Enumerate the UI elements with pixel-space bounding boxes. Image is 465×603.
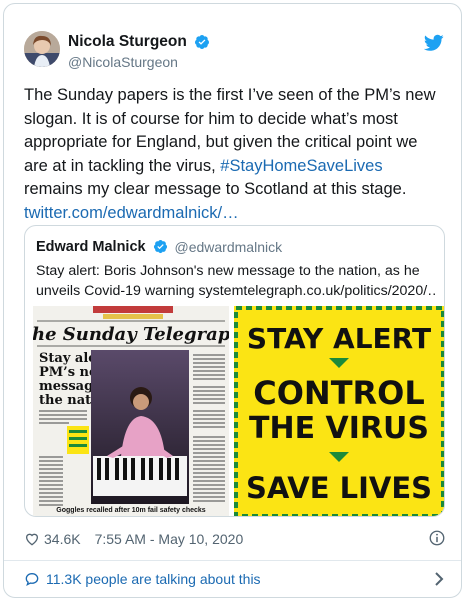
conversation-link[interactable]: 11.3K people are talking about this [24,568,444,590]
newspaper-illustration: The Sunday Telegraph Stay alert: PM’s ne… [33,306,229,516]
tweet-footer-meta: 34.6K 7:55 AM - May 10, 2020 [24,529,243,549]
avatar[interactable] [24,31,60,67]
info-icon[interactable] [428,529,446,547]
newspaper-bottom-headline: Goggles recalled after 10m fail safety c… [56,507,206,514]
tweet-header: Nicola Sturgeon @NicolaSturgeon [24,30,444,74]
stay-alert-poster-image[interactable]: STAY ALERT CONTROL THE VIRUS SAVE LIVES [234,306,444,516]
footer-divider [4,560,461,561]
quoted-text-line: Stay alert: Boris Johnson's new message … [36,263,420,279]
poster-line: THE VIRUS [249,411,429,446]
quoted-text-line: unveils Covid-19 warning systemtelegraph… [36,283,436,299]
newspaper-front-page-image[interactable]: The Sunday Telegraph Stay alert: PM’s ne… [33,306,229,516]
newspaper-masthead: The Sunday Telegraph [33,324,229,345]
verified-badge-icon [153,240,168,254]
quoted-tweet-text: Stay alert: Boris Johnson's new message … [36,261,436,301]
heart-icon[interactable] [24,531,40,547]
like-count[interactable]: 34.6K [44,531,81,547]
conversation-text[interactable]: 11.3K people are talking about this [46,571,261,587]
poster-illustration: STAY ALERT CONTROL THE VIRUS SAVE LIVES [234,306,444,516]
speech-bubble-icon [25,572,39,587]
quoted-tweet[interactable]: Edward Malnick @edwardmalnick Stay alert… [24,225,445,517]
poster-line: STAY ALERT [247,322,431,355]
author-name[interactable]: Nicola Sturgeon [68,33,187,51]
chevron-right-icon[interactable] [434,571,444,587]
tweet-text-part: remains my clear message to Scotland at … [24,180,407,198]
verified-badge-icon [195,35,210,49]
quoted-author-handle[interactable]: @edwardmalnick [175,239,283,255]
tweet-timestamp[interactable]: 7:55 AM - May 10, 2020 [95,531,244,547]
tweet-card: Nicola Sturgeon @NicolaSturgeon The Sund… [3,3,462,598]
quoted-author-name[interactable]: Edward Malnick [36,239,146,255]
author-handle[interactable]: @NicolaSturgeon [68,54,210,70]
hashtag-link[interactable]: #StayHomeSaveLives [220,157,382,175]
tweet-body: The Sunday papers is the first I’ve seen… [24,84,444,225]
twitter-bird-icon[interactable] [424,34,444,52]
tweet-url-link[interactable]: twitter.com/edwardmalnick/… [24,204,239,222]
poster-line: CONTROL [253,374,425,412]
poster-line: SAVE LIVES [246,471,432,505]
avatar-photo [24,31,60,67]
